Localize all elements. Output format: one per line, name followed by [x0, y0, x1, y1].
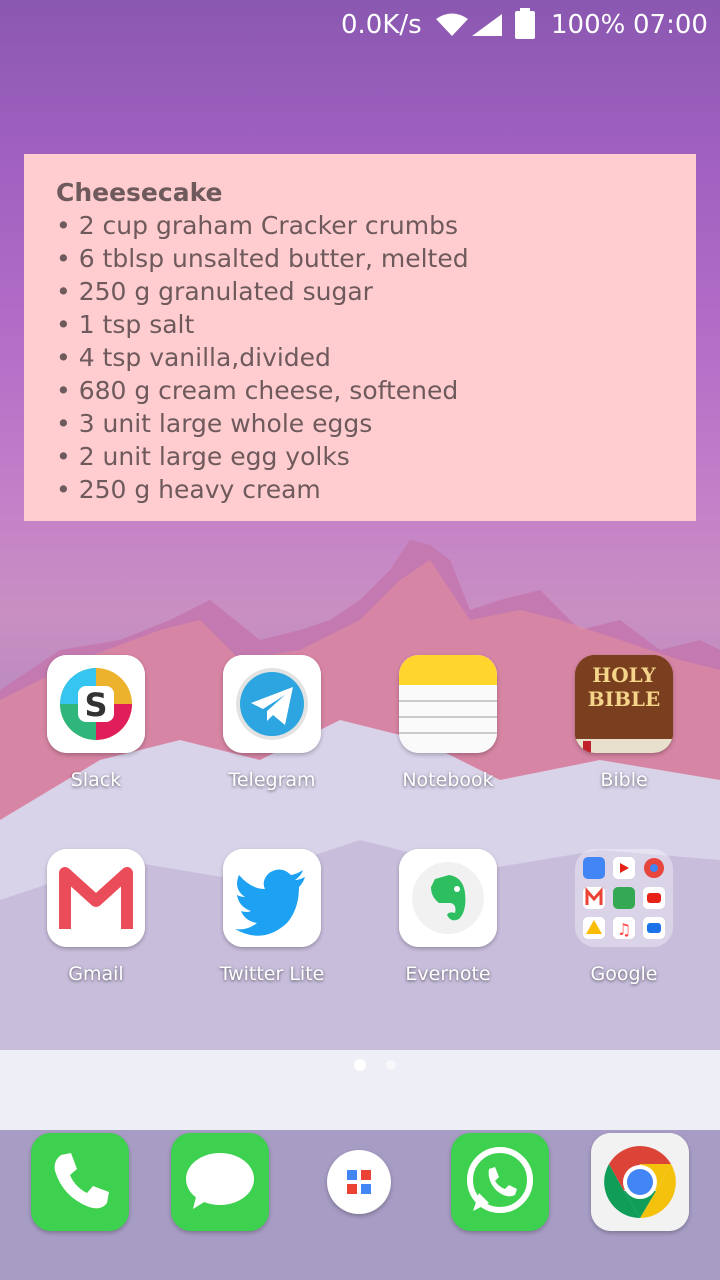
dock-messages[interactable]	[171, 1133, 269, 1231]
recipe-title: Cheesecake	[56, 178, 223, 207]
app-notebook[interactable]: Notebook	[373, 655, 523, 791]
app-label: Slack	[70, 769, 122, 791]
battery-icon	[515, 8, 535, 39]
ingredient-item: • 2 unit large egg yolks	[56, 442, 350, 471]
wifi-icon	[436, 13, 468, 36]
app-drawer-icon	[347, 1170, 371, 1194]
bible-icon-text: HOLY BIBLE	[587, 663, 661, 711]
twitter-icon	[223, 849, 321, 947]
network-speed: 0.0K/s	[341, 10, 422, 40]
app-folder-google[interactable]: ♫ Google	[549, 849, 699, 985]
app-telegram[interactable]: Telegram	[197, 655, 347, 791]
svg-text:♫: ♫	[617, 920, 631, 939]
app-twitter-lite[interactable]: Twitter Lite	[197, 849, 347, 985]
page-dot-active	[354, 1059, 366, 1071]
app-label: Notebook	[402, 769, 494, 791]
ingredient-item: • 680 g cream cheese, softened	[56, 376, 459, 405]
ingredient-item: • 6 tblsp unsalted butter, melted	[56, 244, 469, 273]
recipe-note-widget[interactable]: Cheesecake • 2 cup graham Cracker crumbs…	[24, 154, 696, 521]
app-slack[interactable]: S Slack	[21, 655, 171, 791]
phone-icon	[31, 1133, 129, 1231]
app-label: Bible	[600, 769, 648, 791]
page-dot	[386, 1060, 396, 1070]
evernote-icon	[399, 849, 497, 947]
app-label: Google	[590, 963, 658, 985]
app-gmail[interactable]: Gmail	[21, 849, 171, 985]
app-label: Gmail	[68, 963, 124, 985]
messages-icon	[171, 1133, 269, 1231]
ingredient-item: • 4 tsp vanilla,divided	[56, 343, 331, 372]
app-label: Telegram	[228, 769, 316, 791]
telegram-icon	[223, 655, 321, 753]
slack-icon: S	[47, 655, 145, 753]
ingredient-item: • 250 g granulated sugar	[56, 277, 373, 306]
svg-text:S: S	[84, 686, 107, 724]
clock: 07:00	[633, 10, 708, 40]
chrome-icon	[591, 1133, 689, 1231]
app-evernote[interactable]: Evernote	[373, 849, 523, 985]
ingredient-item: • 1 tsp salt	[56, 310, 195, 339]
battery-percent: 100%	[551, 10, 626, 40]
gmail-icon	[47, 849, 145, 947]
app-label: Evernote	[405, 963, 491, 985]
app-drawer-button[interactable]	[327, 1150, 391, 1214]
status-bar: 0.0K/s 100% 07:00	[0, 0, 720, 50]
ingredient-item: • 2 cup graham Cracker crumbs	[56, 211, 458, 240]
bible-icon: HOLY BIBLE	[575, 655, 673, 753]
dock-phone[interactable]	[31, 1133, 129, 1231]
google-folder-icon: ♫	[575, 849, 673, 947]
ingredient-item: • 250 g heavy cream	[56, 475, 321, 504]
ingredient-item: • 3 unit large whole eggs	[56, 409, 373, 438]
dock-chrome[interactable]	[591, 1133, 689, 1231]
whatsapp-icon	[451, 1133, 549, 1231]
notebook-icon	[399, 655, 497, 753]
app-label: Twitter Lite	[219, 963, 325, 985]
app-bible[interactable]: HOLY BIBLE Bible	[549, 655, 699, 791]
signal-icon	[472, 14, 502, 36]
dock-whatsapp[interactable]	[451, 1133, 549, 1231]
